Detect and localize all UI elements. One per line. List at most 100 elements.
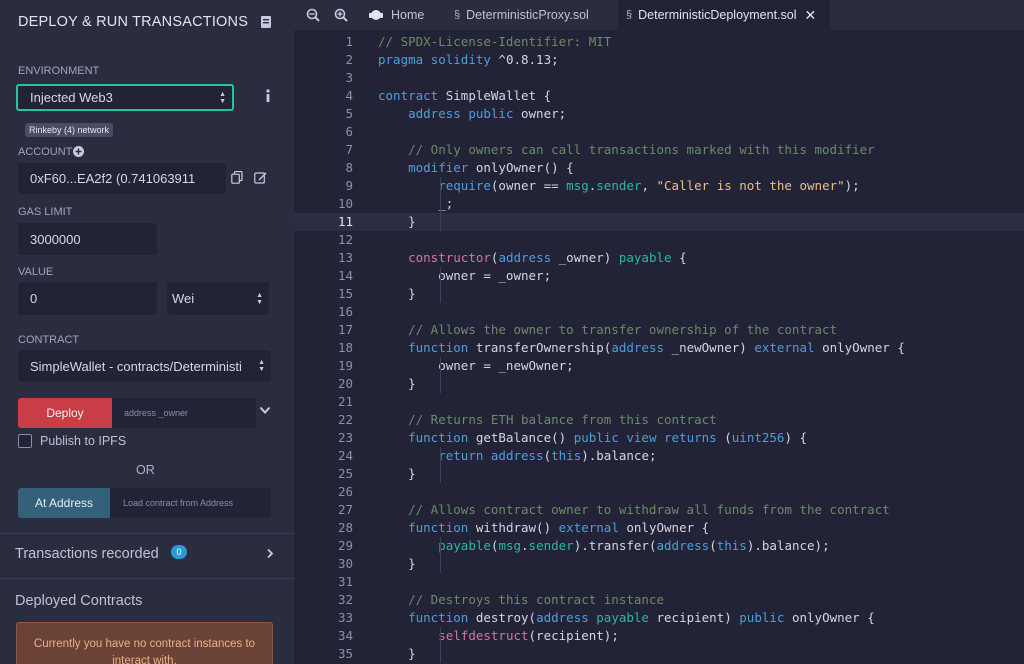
code-text: function getBalance() public view return…	[408, 430, 808, 445]
code-line[interactable]: 21	[294, 393, 1024, 411]
code-line[interactable]: 3	[294, 69, 1024, 87]
code-line[interactable]: 34 selfdestruct(recipient);	[294, 627, 1024, 645]
code-line[interactable]: 19 owner = _newOwner;	[294, 357, 1024, 375]
value-unit-select[interactable]: Wei ▲ ▼	[167, 282, 269, 315]
editor-tab-bar: Home § DeterministicProxy.sol § Determin…	[294, 0, 1024, 30]
code-line[interactable]: 18 function transferOwnership(address _n…	[294, 339, 1024, 357]
info-icon[interactable]	[264, 89, 272, 103]
code-line[interactable]: 10 _;	[294, 195, 1024, 213]
code-line[interactable]: 32 // Destroys this contract instance	[294, 591, 1024, 609]
code-text: address public owner;	[408, 106, 567, 121]
code-line[interactable]: 16	[294, 303, 1024, 321]
code-line[interactable]: 7 // Only owners can call transactions m…	[294, 141, 1024, 159]
gas-limit-input[interactable]: 3000000	[18, 223, 157, 255]
zoom-in-icon[interactable]	[334, 8, 348, 22]
line-number: 22	[337, 412, 353, 427]
code-line[interactable]: 22 // Returns ETH balance from this cont…	[294, 411, 1024, 429]
code-line[interactable]: 27 // Allows contract owner to withdraw …	[294, 501, 1024, 519]
environment-select[interactable]: Injected Web3 ▲ ▼	[16, 84, 234, 111]
line-number: 13	[337, 250, 353, 265]
code-line[interactable]: 24 return address(this).balance;	[294, 447, 1024, 465]
code-line[interactable]: 2 pragma solidity ^0.8.13;	[294, 51, 1024, 69]
code-text: }	[378, 556, 416, 571]
line-number: 11	[337, 214, 353, 229]
indent-guide	[440, 447, 442, 483]
line-number: 25	[337, 466, 353, 481]
chevron-right-icon[interactable]	[266, 548, 274, 559]
docs-icon[interactable]	[260, 15, 272, 29]
line-number: 1	[345, 34, 353, 49]
code-line[interactable]: 5 address public owner;	[294, 105, 1024, 123]
at-address-input[interactable]: Load contract from Address	[110, 488, 271, 518]
code-text: function destroy(address payable recipie…	[408, 610, 875, 625]
solidity-file-icon: §	[626, 9, 633, 21]
code-line[interactable]: 14 owner = _owner;	[294, 267, 1024, 285]
zoom-out-icon[interactable]	[306, 8, 320, 22]
code-line[interactable]: 25 }	[294, 465, 1024, 483]
code-line[interactable]: 11 }	[294, 213, 1024, 231]
line-number: 33	[337, 610, 353, 625]
code-line[interactable]: 26	[294, 483, 1024, 501]
code-line[interactable]: 30 }	[294, 555, 1024, 573]
tab-home[interactable]: Home	[366, 0, 438, 30]
value-unit: Wei	[172, 291, 195, 306]
publish-ipfs-checkbox[interactable]	[18, 434, 32, 448]
publish-ipfs-label: Publish to IPFS	[40, 434, 127, 448]
code-line[interactable]: 29 payable(msg.sender).transfer(address(…	[294, 537, 1024, 555]
select-arrows-icon: ▲ ▼	[256, 291, 263, 306]
code-text: }	[378, 646, 416, 661]
code-line[interactable]: 1 // SPDX-License-Identifier: MIT	[294, 33, 1024, 51]
remix-logo-icon	[369, 10, 383, 20]
deploy-args-input[interactable]: address _owner	[112, 398, 256, 428]
code-line[interactable]: 15 }	[294, 285, 1024, 303]
divider	[0, 578, 294, 579]
solidity-file-icon: §	[454, 9, 461, 21]
code-line[interactable]: 6	[294, 123, 1024, 141]
close-icon[interactable]: ✕	[805, 7, 817, 24]
code-line[interactable]: 12	[294, 231, 1024, 249]
code-line[interactable]: 35 }	[294, 645, 1024, 663]
environment-value: Injected Web3	[30, 90, 113, 105]
code-text: // Allows the owner to transfer ownershi…	[408, 322, 838, 337]
code-line[interactable]: 17 // Allows the owner to transfer owner…	[294, 321, 1024, 339]
code-text: // Destroys this contract instance	[408, 592, 664, 607]
line-number: 10	[337, 196, 353, 211]
line-number: 34	[337, 628, 353, 643]
code-text: }	[378, 286, 416, 301]
line-number: 2	[345, 52, 353, 67]
tab-label: DeterministicProxy.sol	[466, 8, 589, 22]
line-number: 31	[337, 574, 353, 589]
code-line[interactable]: 28 function withdraw() external onlyOwne…	[294, 519, 1024, 537]
copy-icon[interactable]	[231, 171, 243, 184]
code-line[interactable]: 13 constructor(address _owner) payable {	[294, 249, 1024, 267]
transactions-count-badge: 0	[171, 545, 187, 559]
account-label: ACCOUNT	[18, 146, 73, 158]
code-line[interactable]: 20 }	[294, 375, 1024, 393]
contract-select[interactable]: SimpleWallet - contracts/Deterministi ▲ ▼	[18, 350, 271, 382]
account-select[interactable]: 0xF60...EA2f2 (0.741063911	[18, 163, 226, 194]
tab-deterministic-deployment[interactable]: § DeterministicDeployment.sol ✕	[618, 0, 830, 30]
code-line[interactable]: 31	[294, 573, 1024, 591]
line-number: 28	[337, 520, 353, 535]
code-line[interactable]: 23 function getBalance() public view ret…	[294, 429, 1024, 447]
deploy-button[interactable]: Deploy	[18, 398, 112, 428]
code-line[interactable]: 8 modifier onlyOwner() {	[294, 159, 1024, 177]
line-number: 14	[337, 268, 353, 283]
code-line[interactable]: 9 require(owner == msg.sender, "Caller i…	[294, 177, 1024, 195]
value-input[interactable]: 0	[18, 282, 157, 315]
at-address-button[interactable]: At Address	[18, 488, 110, 518]
code-editor[interactable]: 1 // SPDX-License-Identifier: MIT 2 pragma …	[294, 30, 1024, 664]
code-line[interactable]: 4 contract SimpleWallet {	[294, 87, 1024, 105]
tab-deterministic-proxy[interactable]: § DeterministicProxy.sol	[454, 0, 604, 30]
code-text: // Only owners can call transactions mar…	[408, 142, 875, 157]
deploy-run-panel: DEPLOY & RUN TRANSACTIONS ENVIRONMENT In…	[0, 0, 294, 664]
code-text: selfdestruct(recipient);	[438, 628, 619, 643]
code-line[interactable]: 33 function destroy(address payable reci…	[294, 609, 1024, 627]
add-account-icon[interactable]	[73, 146, 84, 157]
contract-label: CONTRACT	[18, 334, 80, 346]
transactions-recorded-label[interactable]: Transactions recorded	[15, 546, 159, 562]
edit-icon[interactable]	[254, 171, 267, 184]
chevron-down-icon[interactable]	[259, 406, 271, 415]
code-text: owner = _owner;	[378, 268, 552, 283]
code-text: function withdraw() external onlyOwner {	[408, 520, 710, 535]
